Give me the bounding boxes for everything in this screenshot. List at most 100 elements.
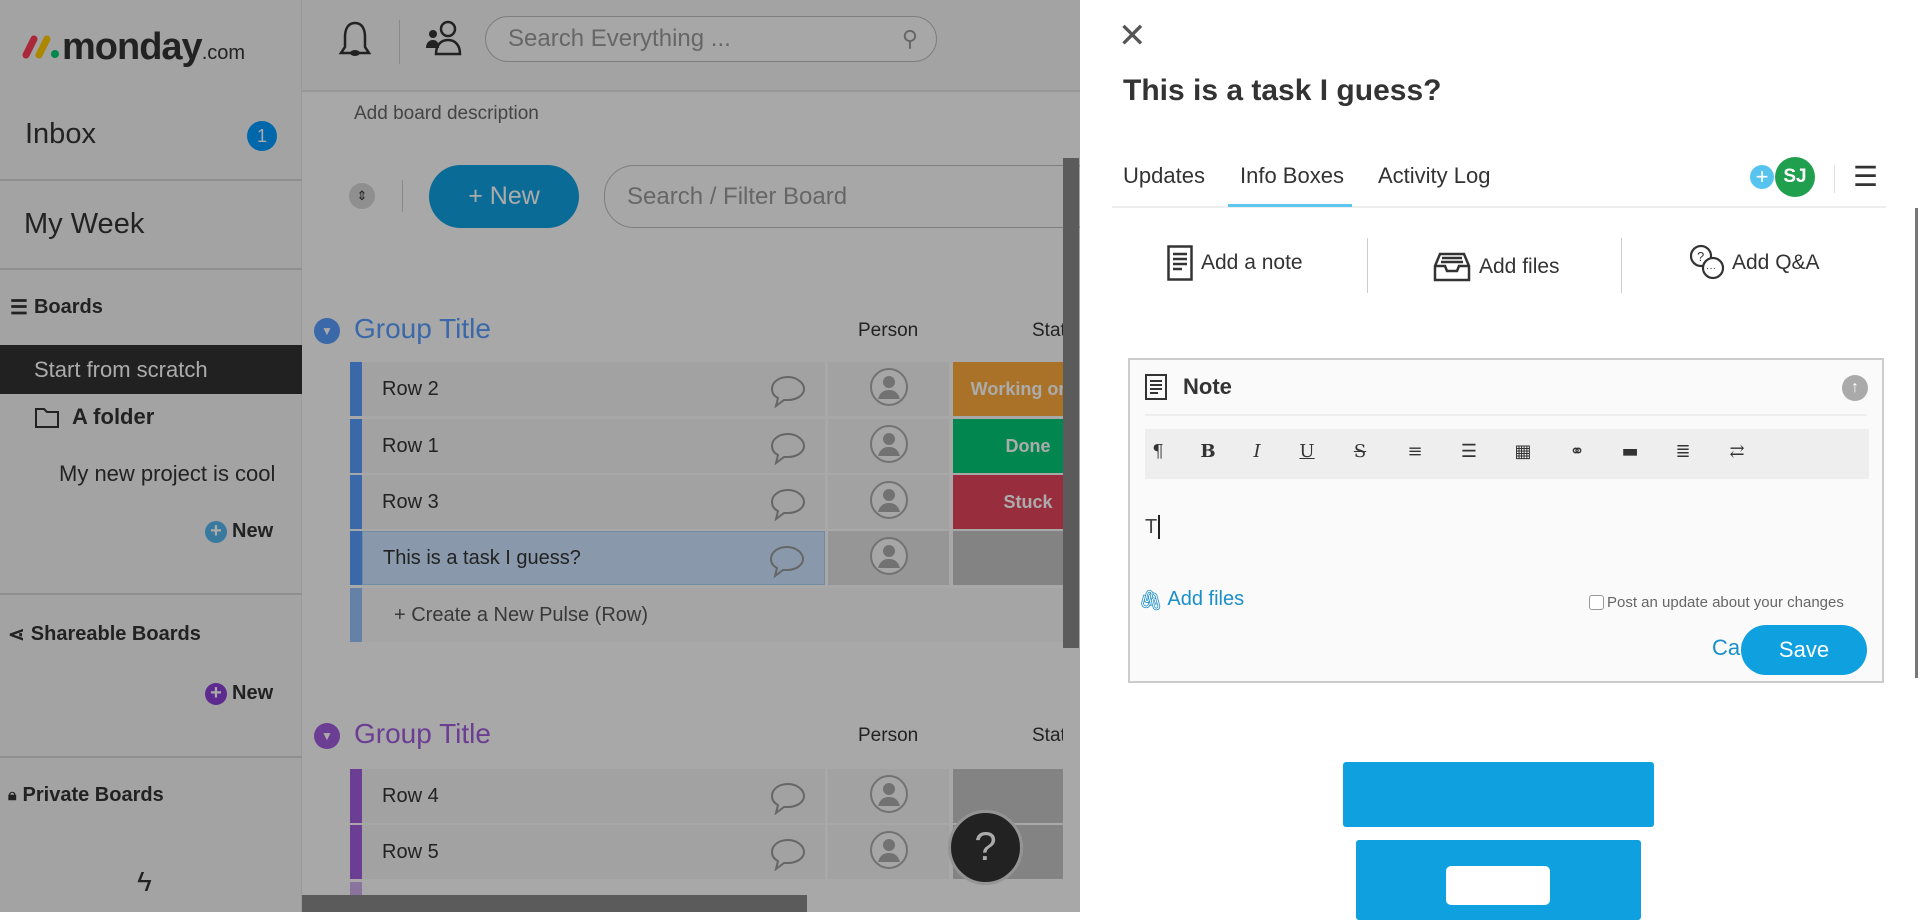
ordered-list-icon[interactable]: ≡: [1400, 441, 1430, 462]
table-row[interactable]: Row 2 Working on it: [350, 362, 1063, 416]
divider: [0, 268, 302, 270]
sidebar-item-my-week[interactable]: My Week: [24, 208, 144, 241]
person-cell[interactable]: [828, 531, 949, 585]
person-cell[interactable]: [828, 825, 949, 879]
table-row[interactable]: Row 3 Stuck: [350, 475, 1063, 529]
add-note-button[interactable]: Add a note: [1167, 245, 1303, 281]
status-cell[interactable]: Working on it: [953, 362, 1063, 416]
comment-bubble-icon[interactable]: [769, 374, 807, 414]
horizontal-rule-icon[interactable]: ▬: [1615, 441, 1645, 462]
new-board-button[interactable]: + New: [205, 520, 273, 543]
note-add-files-link[interactable]: 🖇︎ Add files: [1138, 588, 1244, 613]
filter-board-input[interactable]: Search / Filter Board: [604, 165, 1080, 228]
note-title[interactable]: Note: [1183, 374, 1232, 400]
comment-bubble-icon[interactable]: [769, 781, 807, 821]
collapse-icon[interactable]: ⇕: [349, 183, 375, 209]
person-cell[interactable]: [828, 362, 949, 416]
link-icon[interactable]: ⚭: [1562, 441, 1592, 462]
comment-bubble-icon[interactable]: [769, 431, 807, 471]
sidebar-item-project[interactable]: My new project is cool: [59, 461, 275, 487]
italic-icon[interactable]: I: [1242, 441, 1272, 462]
group-collapse-icon[interactable]: ▼: [314, 318, 340, 344]
tab-info-boxes[interactable]: Info Boxes: [1240, 163, 1344, 189]
bell-icon[interactable]: [337, 20, 373, 60]
underline-icon[interactable]: U: [1292, 441, 1322, 462]
post-update-checkbox[interactable]: [1589, 595, 1604, 610]
group-collapse-icon[interactable]: ▼: [314, 723, 340, 749]
person-avatar-icon: [869, 480, 909, 525]
svg-text:?: ?: [1697, 249, 1704, 264]
status-cell[interactable]: Done: [953, 419, 1063, 473]
add-subscriber-icon[interactable]: +: [1750, 165, 1774, 189]
divider: [399, 20, 400, 64]
search-icon: ⚲: [901, 26, 918, 51]
create-row-button[interactable]: + Create a New Pulse (Row): [350, 588, 1063, 642]
row-name-cell[interactable]: Row 1: [362, 419, 825, 473]
row-name-cell[interactable]: Row 4: [362, 769, 825, 823]
strikethrough-icon[interactable]: S: [1345, 441, 1375, 462]
bold-icon[interactable]: B: [1193, 441, 1223, 462]
row-name-cell[interactable]: Row 2: [362, 362, 825, 416]
comment-bubble-icon[interactable]: [769, 837, 807, 877]
status-cell[interactable]: [953, 531, 1063, 585]
note-content-input[interactable]: T: [1145, 515, 1161, 539]
plus-icon: +: [205, 682, 227, 705]
bullet-list-icon[interactable]: ☰: [1454, 441, 1484, 462]
paragraph-icon[interactable]: ¶: [1143, 441, 1173, 462]
sidebar-private-boards[interactable]: 🔒︎ Private Boards: [8, 784, 164, 807]
tab-activity-log[interactable]: Activity Log: [1378, 163, 1491, 189]
sidebar-folder[interactable]: A folder: [34, 404, 154, 430]
note-editor: Note ↑ ¶ B I U S ≡ ☰ ▦ ⚭ ▬ ≣ ⇄ T 🖇︎ Add files Post a…: [1128, 358, 1884, 683]
search-everything-input[interactable]: Search Everything ... ⚲: [485, 16, 937, 62]
comment-bubble-icon[interactable]: [768, 544, 806, 584]
vertical-scrollbar[interactable]: [1063, 158, 1079, 648]
person-avatar-icon: [869, 536, 909, 581]
group-title[interactable]: Group Title: [354, 718, 491, 750]
board-description[interactable]: Add board description: [354, 103, 539, 125]
status-cell[interactable]: Stuck: [953, 475, 1063, 529]
horizontal-scrollbar[interactable]: [302, 895, 807, 912]
row-name-cell[interactable]: Row 5: [362, 825, 825, 879]
panel-menu-icon[interactable]: ☰: [1853, 160, 1878, 193]
column-header-person[interactable]: Person: [858, 320, 918, 342]
table-row[interactable]: Row 4: [350, 769, 1063, 823]
sidebar-item-start-from-scratch[interactable]: Start from scratch: [0, 345, 302, 394]
add-files-button[interactable]: Add files: [1433, 252, 1560, 282]
table-row[interactable]: This is a task I guess?: [350, 531, 1063, 585]
column-header-person[interactable]: Person: [858, 725, 918, 747]
sidebar-shareable-boards[interactable]: ⋖ Shareable Boards: [8, 622, 201, 647]
collapse-up-icon[interactable]: ↑: [1842, 375, 1868, 401]
plus-icon: +: [205, 520, 227, 543]
row-name-cell[interactable]: Row 3: [362, 475, 825, 529]
lock-icon: 🔒︎: [8, 786, 17, 804]
save-button[interactable]: Save: [1741, 625, 1867, 675]
person-cell[interactable]: [828, 475, 949, 529]
row-name-cell[interactable]: This is a task I guess?: [362, 531, 825, 585]
sidebar-boards-header[interactable]: ☰ Boards: [10, 295, 103, 320]
align-icon[interactable]: ≣: [1668, 441, 1698, 462]
logo-mark-icon: [22, 35, 59, 59]
tab-updates[interactable]: Updates: [1123, 163, 1205, 189]
lightning-icon[interactable]: ϟ: [137, 866, 152, 898]
people-icon[interactable]: [424, 18, 464, 58]
column-header-status[interactable]: Status: [1032, 320, 1063, 342]
person-avatar-icon: [869, 424, 909, 469]
group-title[interactable]: Group Title: [354, 313, 491, 345]
close-icon[interactable]: ✕: [1118, 16, 1147, 56]
person-cell[interactable]: [828, 419, 949, 473]
panel-scrollbar[interactable]: [1915, 208, 1918, 678]
sidebar-item-inbox[interactable]: Inbox: [25, 118, 96, 151]
note-icon: [1167, 245, 1193, 281]
new-item-button[interactable]: + New: [429, 165, 579, 228]
column-header-status[interactable]: Status: [1032, 725, 1063, 747]
new-shareable-board-button[interactable]: + New: [205, 682, 273, 705]
direction-icon[interactable]: ⇄: [1722, 441, 1752, 462]
person-cell[interactable]: [828, 769, 949, 823]
comment-bubble-icon[interactable]: [769, 487, 807, 527]
board-view: monday .com Inbox 1 My Week ☰ Boards Start…: [0, 0, 1080, 912]
table-row[interactable]: Row 1 Done: [350, 419, 1063, 473]
table-icon[interactable]: ▦: [1508, 441, 1538, 462]
add-qa-button[interactable]: ? ··· Add Q&A: [1688, 244, 1820, 282]
help-button[interactable]: ?: [948, 810, 1023, 885]
avatar[interactable]: SJ: [1775, 157, 1815, 197]
